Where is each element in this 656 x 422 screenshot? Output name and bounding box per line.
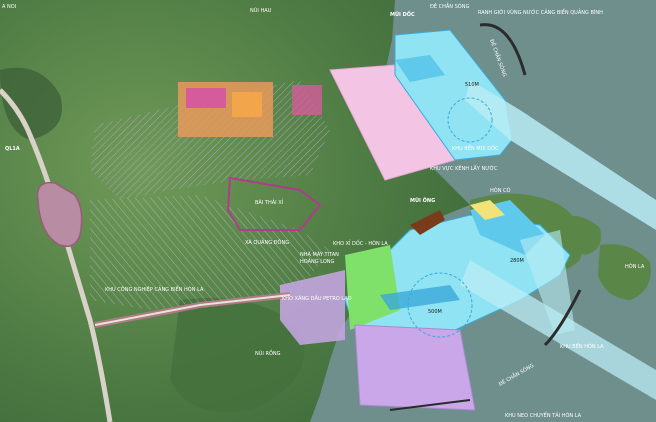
plant-block-east [292, 85, 322, 115]
kho-xi-doc-label: KHO XỈ DỐC - HÒN LA [333, 239, 388, 247]
ql1a-label: QL1A [5, 146, 20, 152]
mui-ong-label: MŨI ÔNG [410, 197, 435, 204]
hon-co-label: HÒN CÓ [490, 187, 511, 194]
khu-cong-nghiep-label: KHU CÔNG NGHIỆP CẢNG BIỂN HÒN LA [105, 285, 204, 293]
hon-la-label: HÒN LA [625, 263, 645, 270]
khu-vuc-kenh-label: KHU VỰC KÊNH LẤY NƯỚC [430, 164, 498, 172]
violet-zone [354, 324, 476, 411]
nui-hau-label: NÚI HAU [250, 7, 272, 14]
khu-ben-hon-la-label: KHU BẾN HÒN LA [560, 342, 604, 350]
ranh-gioi-label: RANH GIỚI VÙNG NƯỚC CẢNG BIỂN QUẢNG BÌNH [478, 8, 603, 16]
nha-may-titan-label: NHÀ MÁY TITAN [300, 251, 339, 258]
corner-label: A NOI [2, 4, 16, 10]
bai-thai-label: BÃI THẢI XỈ [255, 198, 284, 206]
plant-block [232, 92, 262, 117]
dist-510m-label: 510M [465, 82, 479, 88]
de-chan-song-top-label: ĐÊ CHẮN SÓNG [430, 2, 469, 10]
khu-neo-label: KHU NEO CHUYỂN TẢI HÒN LA [505, 411, 582, 419]
kho-xang-dau-label: KHO XĂNG DẦU PETRO LAO [282, 294, 352, 302]
dist-280m-label: 280M [510, 258, 524, 264]
port-master-plan-map: A NOI QL1A NÚI HAU MŨI DỐC ĐÊ CHẮN SÓNG … [0, 0, 656, 422]
xa-quang-dong-label: XÃ QUẢNG ĐÔNG [245, 238, 289, 246]
map-canvas: A NOI QL1A NÚI HAU MŨI DỐC ĐÊ CHẮN SÓNG … [0, 0, 656, 422]
hoang-long-label: HOÀNG LONG [300, 258, 335, 265]
khu-ben-mui-doc-label: KHU BẾN MŨI DỐC [452, 144, 499, 152]
plant-block [186, 88, 226, 108]
mui-doc-label: MŨI DỐC [390, 10, 415, 18]
dist-500m-label: 500M [428, 309, 442, 315]
